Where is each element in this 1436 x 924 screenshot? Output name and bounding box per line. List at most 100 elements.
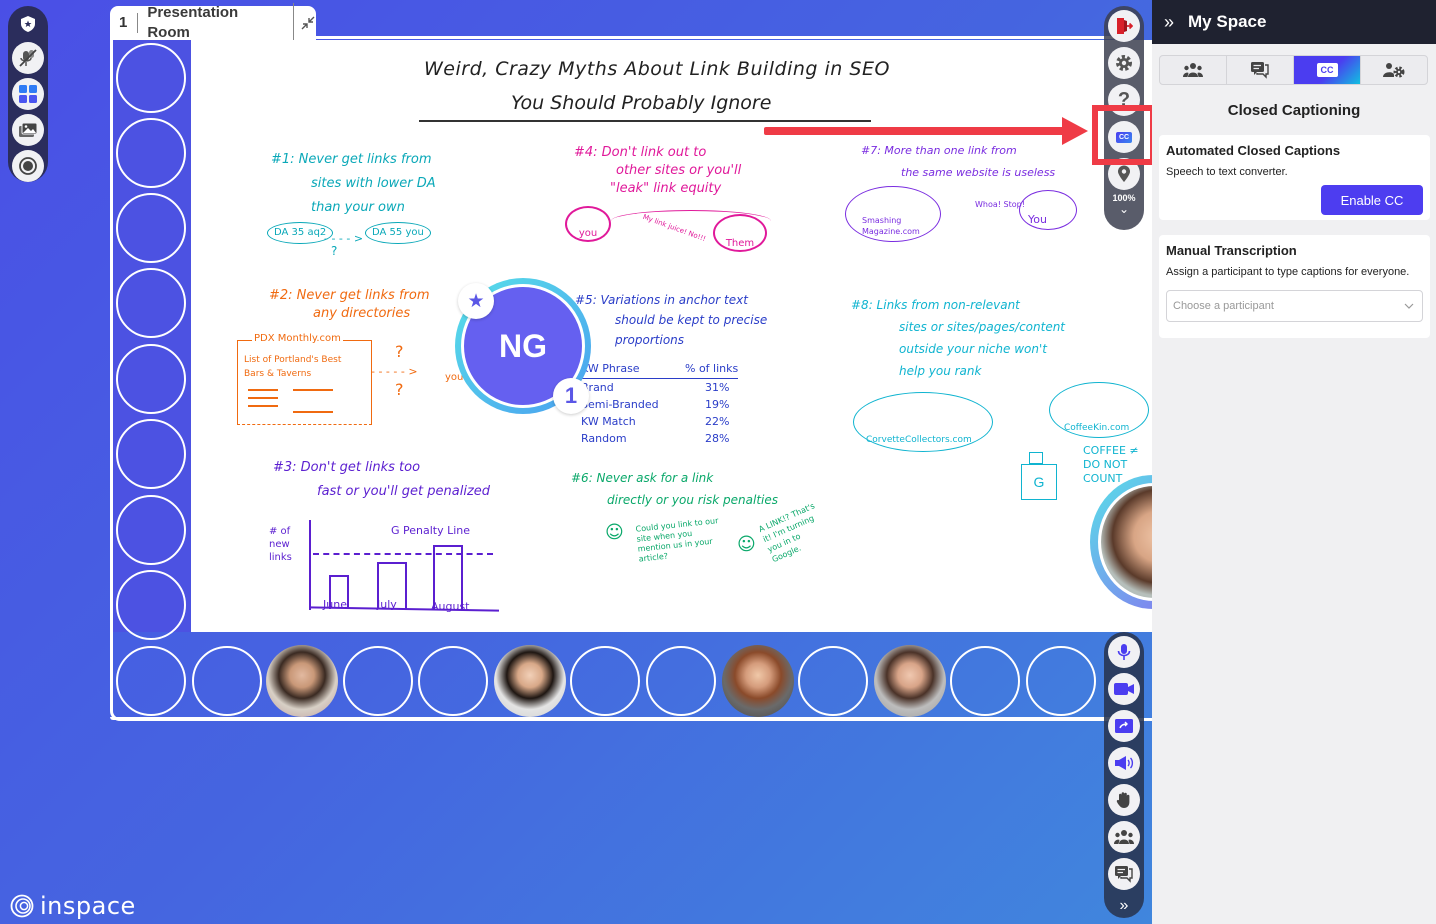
- camera-button[interactable]: [1108, 673, 1140, 705]
- collapse-icon: [301, 16, 315, 30]
- automated-cc-title: Automated Closed Captions: [1166, 143, 1341, 158]
- participant-select[interactable]: Choose a participant: [1166, 290, 1423, 322]
- chart-xlabel: July: [377, 598, 397, 611]
- participant-select-placeholder: Choose a participant: [1173, 300, 1274, 312]
- note-line: help you rank: [899, 364, 982, 378]
- diagram-label: Bars & Taverns: [244, 369, 312, 379]
- room-frame-bottom: [110, 717, 1110, 720]
- note-line: #1: Never get links from: [271, 152, 432, 167]
- record-button[interactable]: [12, 150, 44, 182]
- table-cell: 28%: [705, 432, 730, 445]
- note-line: other sites or you'll: [616, 163, 742, 178]
- participant-avatar[interactable]: [266, 645, 338, 717]
- diagram-bubble: CorvetteCollectors.com: [853, 392, 993, 452]
- stick-figure: ☺: [737, 534, 756, 555]
- seat-column: [113, 40, 191, 640]
- panel-tabs: CC: [1159, 55, 1428, 85]
- diagram-label: PDX Monthly.com: [252, 333, 343, 344]
- empty-seat[interactable]: [343, 646, 413, 716]
- shield-star-icon[interactable]: [14, 10, 42, 38]
- table-cell: 31%: [705, 381, 730, 394]
- note-7: #7: More than one link from the same web…: [861, 140, 1055, 184]
- diagram-bubble: you: [565, 206, 611, 242]
- diagram-bubble: Smashing Magazine.com: [845, 186, 941, 242]
- note-line: should be kept to precise: [615, 313, 768, 327]
- participants-icon: [1114, 830, 1134, 844]
- participant-avatar[interactable]: [874, 645, 946, 717]
- table-cell: Brand: [581, 381, 614, 394]
- empty-seat[interactable]: [116, 419, 186, 489]
- participant-avatar[interactable]: [494, 645, 566, 717]
- table-row: Semi-Branded 19%: [581, 396, 738, 413]
- note-line: sites with lower DA: [311, 176, 436, 191]
- table-header-cell: % of links: [685, 362, 739, 375]
- note-5: #5: Variations in anchor text should be …: [575, 290, 767, 350]
- empty-seat[interactable]: [646, 646, 716, 716]
- exit-button[interactable]: [1108, 10, 1140, 42]
- empty-seat[interactable]: [192, 646, 262, 716]
- table-cell: KW Match: [581, 415, 636, 428]
- logo-text: inspace: [40, 892, 136, 920]
- whiteboard-subtitle: You Should Probably Ignore: [511, 92, 772, 114]
- participant-avatar[interactable]: [722, 645, 794, 717]
- note-8: #8: Links from non-relevant sites or sit…: [851, 294, 1065, 382]
- enable-cc-button[interactable]: Enable CC: [1321, 185, 1423, 215]
- empty-seat[interactable]: [116, 344, 186, 414]
- mic-button[interactable]: [1108, 636, 1140, 668]
- collapse-room-button[interactable]: [294, 15, 316, 31]
- chart-xlabel: August: [431, 600, 470, 613]
- gallery-button[interactable]: [12, 114, 44, 146]
- settings-button[interactable]: [1108, 47, 1140, 79]
- diagram-label: ?: [395, 380, 404, 399]
- note-line: #6: Never ask for a link: [571, 471, 714, 485]
- tab-people[interactable]: [1160, 56, 1227, 84]
- empty-seat[interactable]: [116, 495, 186, 565]
- chat-button[interactable]: [1108, 858, 1140, 890]
- empty-seat[interactable]: [570, 646, 640, 716]
- manual-transcription-description: Assign a participant to type captions fo…: [1166, 266, 1410, 278]
- tab-chat[interactable]: [1227, 56, 1294, 84]
- tab-user-settings[interactable]: [1361, 56, 1427, 84]
- empty-seat[interactable]: [418, 646, 488, 716]
- mic-muted-icon: [19, 49, 37, 67]
- screen-share-button[interactable]: [1108, 710, 1140, 742]
- diagram-arrow-label: - - - - >: [324, 232, 364, 245]
- empty-seat[interactable]: [116, 193, 186, 263]
- empty-seat[interactable]: [1026, 646, 1096, 716]
- grid-icon: [19, 85, 37, 103]
- empty-seat[interactable]: [950, 646, 1020, 716]
- record-icon: [19, 157, 37, 175]
- note-line: #5: Variations in anchor text: [575, 293, 748, 307]
- speech-bubble-text: Could you link to our site when you ment…: [635, 516, 719, 564]
- diagram-bubble: DA 55 you: [365, 222, 431, 244]
- grid-view-button[interactable]: [12, 78, 44, 110]
- chat-icon: [1251, 62, 1269, 79]
- raise-hand-icon: [1116, 792, 1130, 808]
- empty-seat[interactable]: [116, 43, 186, 113]
- raise-hand-button[interactable]: [1108, 784, 1140, 816]
- empty-seat[interactable]: [798, 646, 868, 716]
- table-row: KW Match 22%: [581, 413, 738, 430]
- empty-seat[interactable]: [116, 268, 186, 338]
- presenter-badge: 1: [553, 378, 589, 414]
- title-underline: [419, 120, 871, 122]
- user-settings-icon: [1383, 63, 1405, 78]
- mic-muted-button[interactable]: [12, 42, 44, 74]
- expand-toolbar-button[interactable]: »: [1120, 897, 1129, 915]
- tab-closed-captioning[interactable]: CC: [1294, 56, 1361, 84]
- empty-seat[interactable]: [116, 570, 186, 640]
- chevron-down-icon: [1404, 303, 1414, 309]
- penalty-line: [313, 553, 493, 555]
- note-1: #1: Never get links from sites with lowe…: [271, 148, 436, 220]
- note-line: than your own: [311, 200, 405, 215]
- note-2: #2: Never get links from any directories: [269, 284, 429, 326]
- table-header-cell: KW Phrase: [581, 362, 640, 375]
- annotation-arrow-head: [1062, 117, 1088, 145]
- collapse-panel-icon[interactable]: »: [1164, 12, 1174, 33]
- inspace-logo-icon: [10, 894, 34, 918]
- chevron-down-icon[interactable]: ⌄: [1119, 202, 1129, 216]
- participants-button[interactable]: [1108, 821, 1140, 853]
- empty-seat[interactable]: [116, 118, 186, 188]
- broadcast-button[interactable]: [1108, 747, 1140, 779]
- empty-seat[interactable]: [116, 646, 186, 716]
